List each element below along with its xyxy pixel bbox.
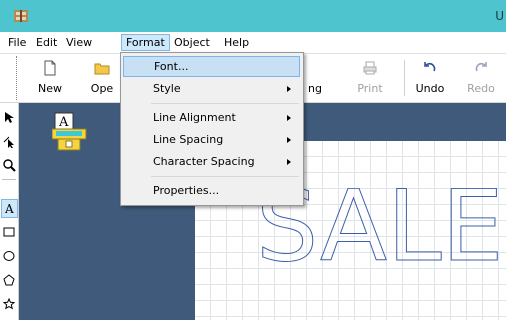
undo-icon xyxy=(424,62,436,72)
arrow-pointer-icon xyxy=(5,112,14,123)
menu-item-font-label: Font... xyxy=(154,60,189,73)
menu-item-line-spacing[interactable]: Line Spacing xyxy=(123,130,299,150)
submenu-arrow-icon xyxy=(287,159,291,165)
toolbar-grip[interactable] xyxy=(16,56,20,100)
menu-item-style-label: Style xyxy=(153,82,181,95)
menu-item-line-alignment-label: Line Alignment xyxy=(153,111,236,124)
open-button[interactable]: Ope xyxy=(78,54,126,102)
star-icon xyxy=(3,298,15,310)
redo-icon xyxy=(475,62,487,72)
submenu-arrow-icon xyxy=(287,86,291,92)
submenu-arrow-icon xyxy=(287,137,291,143)
open-folder-icon xyxy=(94,63,110,75)
toolbar-separator xyxy=(404,60,405,96)
menu-object[interactable]: Object xyxy=(170,35,214,50)
menu-item-character-spacing-label: Character Spacing xyxy=(153,155,255,168)
menu-help[interactable]: Help xyxy=(220,35,253,50)
menu-item-character-spacing[interactable]: Character Spacing xyxy=(123,152,299,172)
menu-item-style[interactable]: Style xyxy=(123,79,299,99)
page-setup-label: ng xyxy=(308,82,322,95)
printer-icon xyxy=(363,61,377,75)
select-tool[interactable] xyxy=(1,109,17,126)
new-button[interactable]: New xyxy=(26,54,74,102)
menu-bar: File Edit View Format Object Help xyxy=(0,32,506,54)
undo-button[interactable]: Undo xyxy=(406,54,454,102)
ellipse-tool[interactable] xyxy=(1,248,17,265)
menu-item-line-spacing-label: Line Spacing xyxy=(153,133,224,146)
text-a-icon: A xyxy=(4,202,14,214)
menu-separator xyxy=(151,176,299,177)
rectangle-icon xyxy=(3,227,15,237)
redo-label: Redo xyxy=(467,82,495,95)
app-icon[interactable] xyxy=(13,8,29,24)
star-tool[interactable] xyxy=(1,296,17,313)
window-title: U xyxy=(495,9,504,23)
menu-separator xyxy=(151,103,299,104)
print-label: Print xyxy=(357,82,383,95)
menu-item-line-alignment[interactable]: Line Alignment xyxy=(123,108,299,128)
design-thumbnail-icon[interactable]: A xyxy=(52,111,88,151)
node-pointer-icon xyxy=(3,136,14,148)
palette-separator xyxy=(2,179,16,180)
undo-label: Undo xyxy=(415,82,445,95)
title-bar: U xyxy=(0,0,506,32)
print-button[interactable]: Print xyxy=(346,54,394,102)
pentagon-icon xyxy=(3,274,15,286)
submenu-arrow-icon xyxy=(287,115,291,121)
menu-item-font[interactable]: Font... xyxy=(123,56,300,77)
menu-item-properties[interactable]: Properties... xyxy=(123,181,299,201)
menu-view[interactable]: View xyxy=(62,35,96,50)
zoom-tool[interactable] xyxy=(1,157,17,174)
open-label: Ope xyxy=(90,82,114,95)
magnifier-icon xyxy=(3,159,16,172)
tool-palette: A xyxy=(0,103,19,320)
ellipse-icon xyxy=(3,251,15,261)
redo-button[interactable]: Redo xyxy=(457,54,505,102)
polygon-tool[interactable] xyxy=(1,272,17,289)
new-document-icon xyxy=(44,60,56,76)
menu-format[interactable]: Format xyxy=(121,34,170,51)
svg-text:A: A xyxy=(58,115,69,130)
node-edit-tool[interactable] xyxy=(1,133,17,150)
new-label: New xyxy=(38,82,62,95)
svg-text:A: A xyxy=(4,202,14,214)
menu-item-properties-label: Properties... xyxy=(153,184,220,197)
menu-edit[interactable]: Edit xyxy=(32,35,61,50)
text-tool[interactable]: A xyxy=(1,199,18,218)
menu-file[interactable]: File xyxy=(4,35,30,50)
format-dropdown-menu: Font... Style Line Alignment Line Spacin… xyxy=(120,52,304,206)
rectangle-tool[interactable] xyxy=(1,224,17,241)
